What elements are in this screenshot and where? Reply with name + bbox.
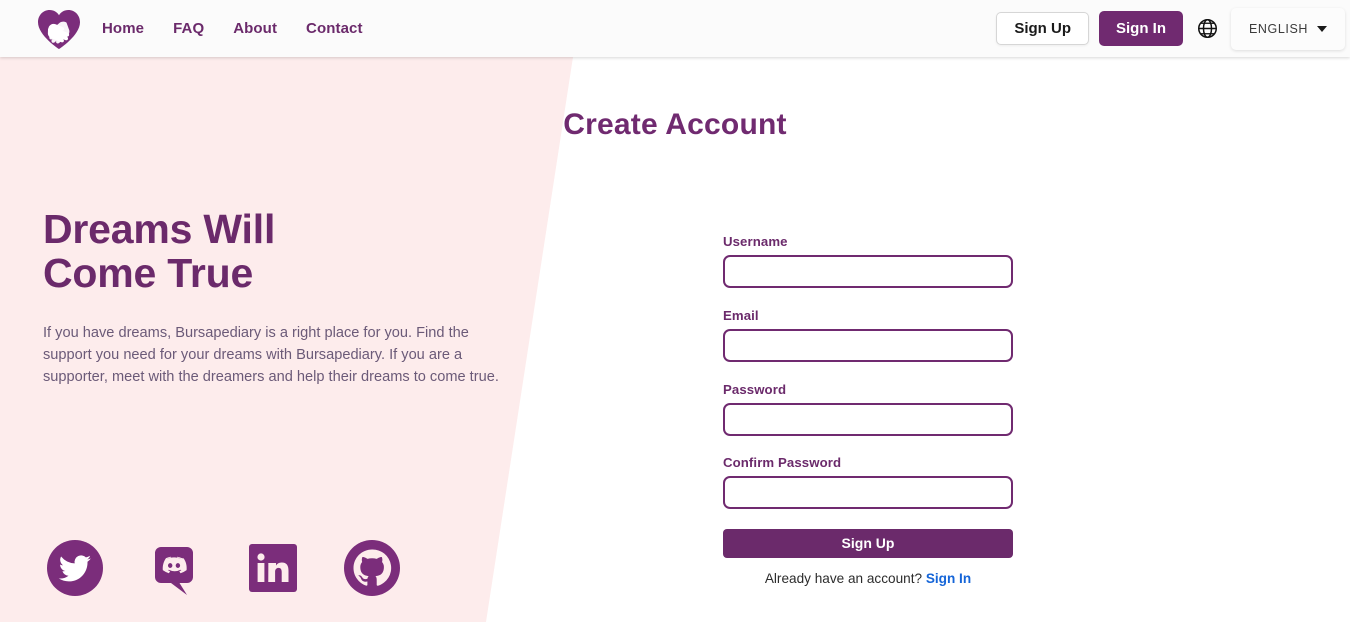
nav-link-about[interactable]: About <box>233 20 277 37</box>
label-email: Email <box>723 308 759 323</box>
field-password: Password <box>723 382 1013 436</box>
field-confirm-password: Confirm Password <box>723 455 1013 509</box>
label-password: Password <box>723 382 787 397</box>
confirm-password-input[interactable] <box>723 476 1013 509</box>
sign-up-submit-button[interactable]: Sign Up <box>723 529 1013 558</box>
field-username: Username <box>723 234 1013 288</box>
header-sign-up-button[interactable]: Sign Up <box>996 12 1089 45</box>
header-actions: Sign Up Sign In ENGLISH <box>996 7 1350 50</box>
top-navbar: Home FAQ About Contact Sign Up Sign In E… <box>0 0 1350 57</box>
language-selector-label: ENGLISH <box>1248 21 1309 36</box>
sign-in-link[interactable]: Sign In <box>926 571 971 586</box>
nav-link-home[interactable]: Home <box>102 20 144 37</box>
signin-prompt: Already have an account? Sign In <box>723 571 1013 586</box>
password-input[interactable] <box>723 403 1013 436</box>
signin-prompt-text: Already have an account? <box>764 571 923 586</box>
globe-icon[interactable] <box>1196 18 1218 40</box>
label-username: Username <box>723 234 788 249</box>
page-root: Home FAQ About Contact Sign Up Sign In E… <box>0 0 1350 622</box>
email-input[interactable] <box>723 329 1013 362</box>
username-input[interactable] <box>723 255 1013 288</box>
label-confirm-password: Confirm Password <box>723 455 842 470</box>
field-email: Email <box>723 308 1013 362</box>
signup-form: Username Email Password Confirm Password… <box>723 234 1013 586</box>
logo-link[interactable] <box>31 3 87 54</box>
language-selector[interactable]: ENGLISH <box>1231 7 1345 50</box>
nav-link-faq[interactable]: FAQ <box>173 20 204 37</box>
heart-hands-logo-icon <box>36 8 82 50</box>
signup-panel: Create Account Username Email Password C… <box>0 57 1350 622</box>
main-nav: Home FAQ About Contact <box>102 20 363 37</box>
chevron-down-icon <box>1317 25 1328 32</box>
page-title: Create Account <box>563 108 787 141</box>
nav-link-contact[interactable]: Contact <box>306 20 363 37</box>
header-sign-in-button[interactable]: Sign In <box>1099 11 1183 46</box>
